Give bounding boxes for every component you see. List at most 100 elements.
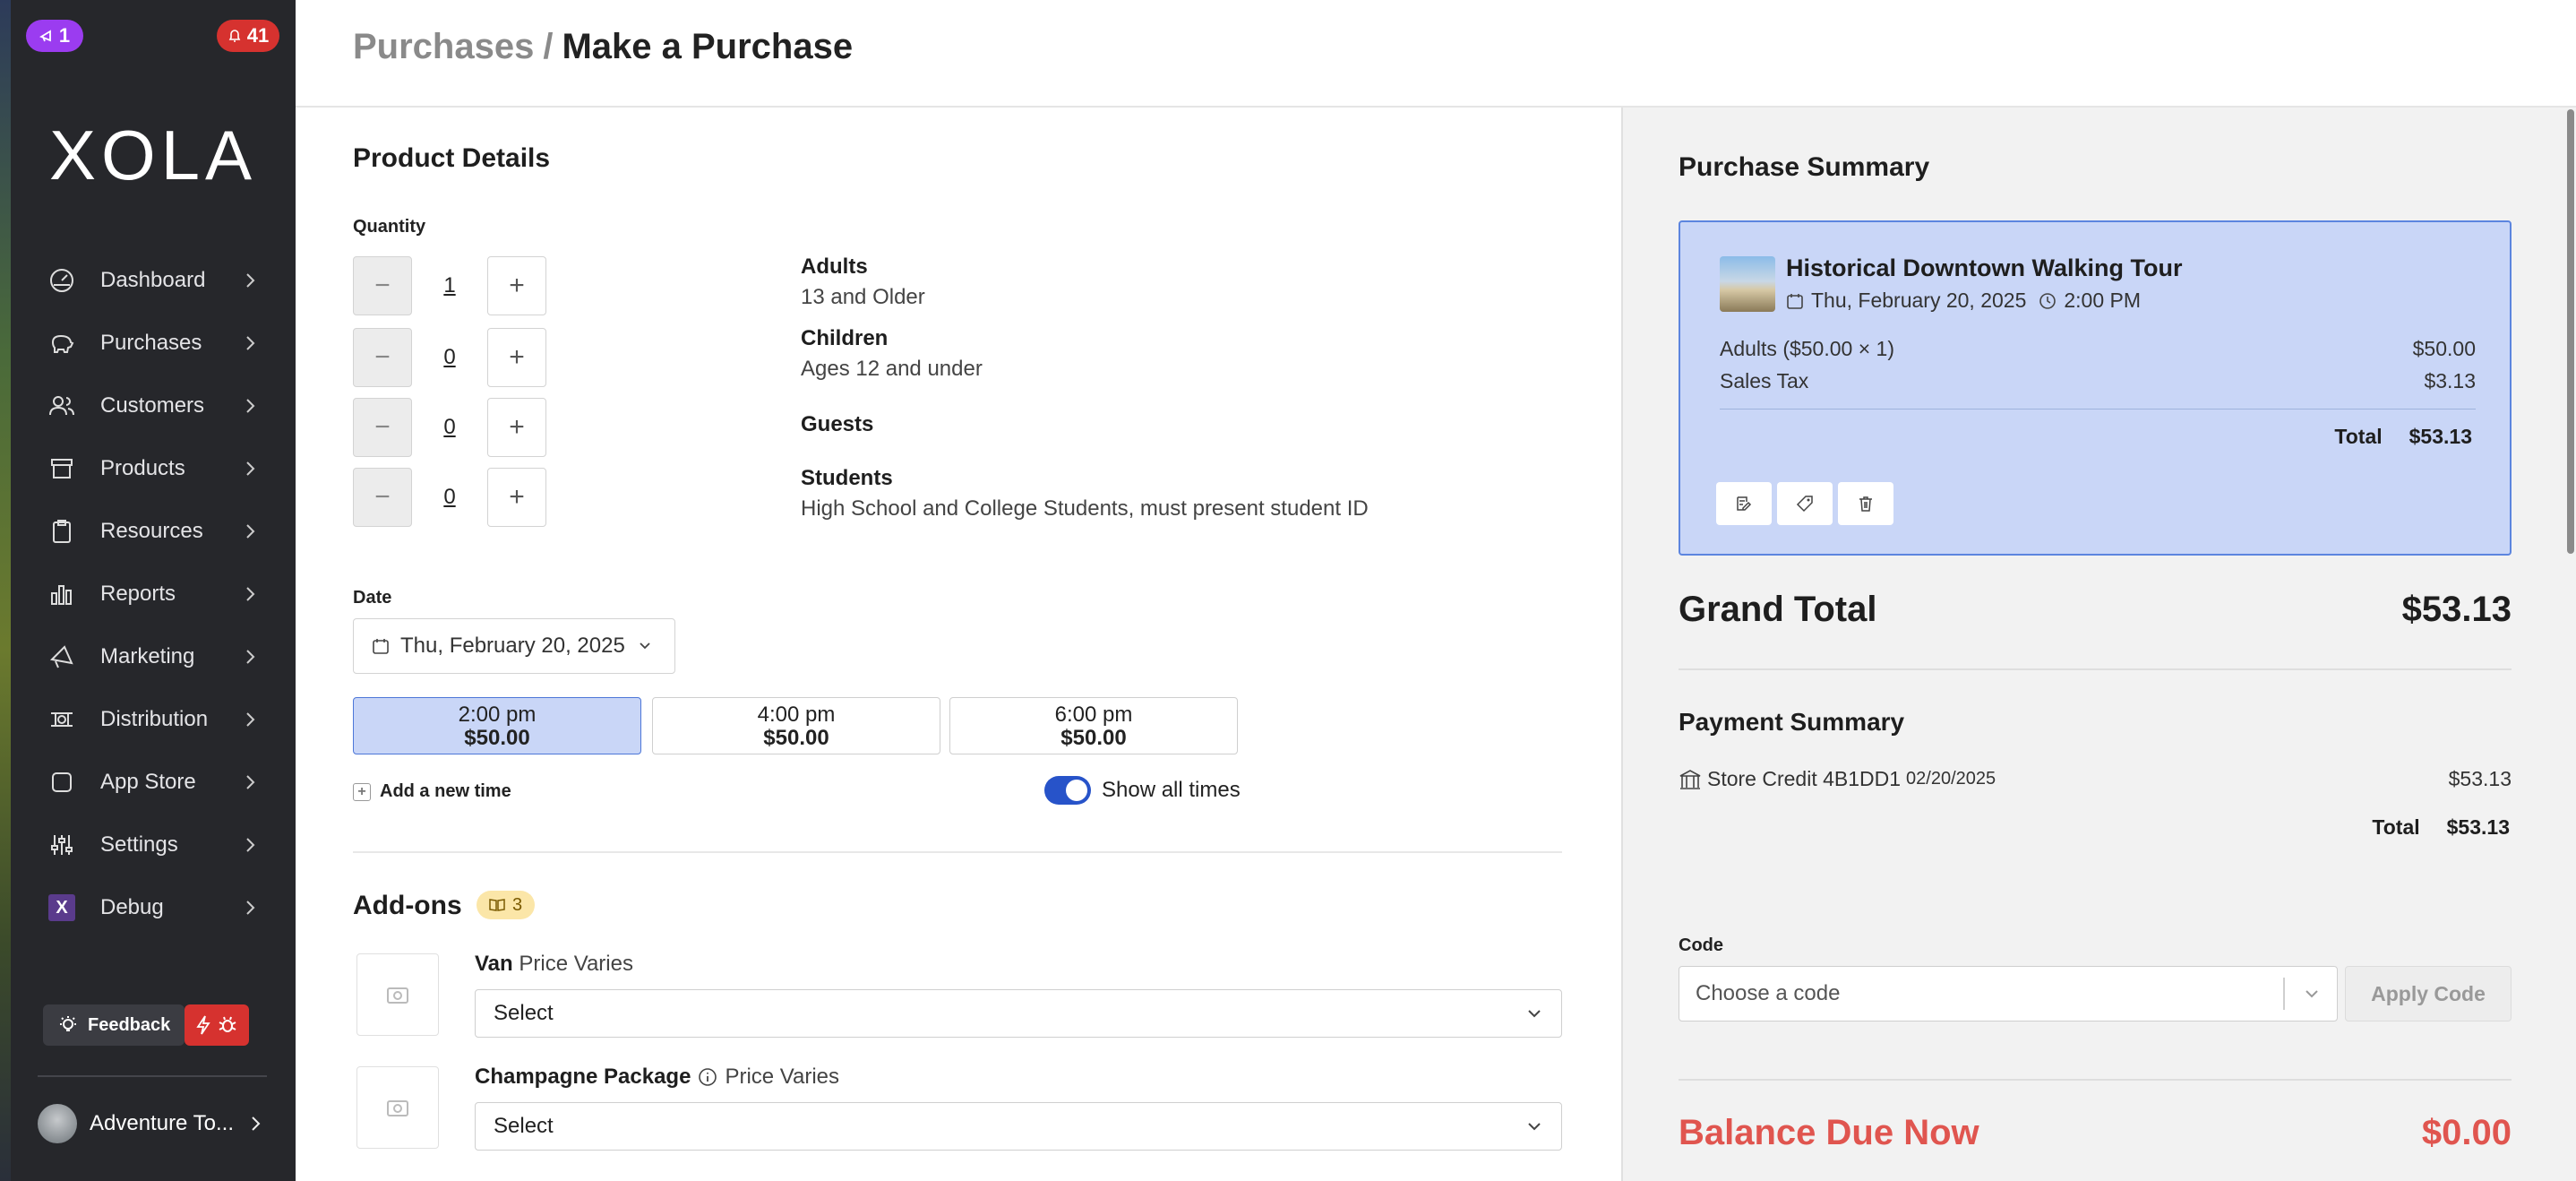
decrement-button[interactable]: − — [353, 468, 412, 527]
megaphone-icon — [39, 30, 51, 42]
edit-item-button[interactable] — [1716, 482, 1772, 525]
megaphone-icon — [47, 642, 77, 672]
tour-time: 2:00 PM — [2064, 289, 2142, 312]
nav-dashboard[interactable]: Dashboard — [11, 249, 296, 312]
nav-purchases[interactable]: Purchases — [11, 312, 296, 375]
time-slot-4pm[interactable]: 4:00 pm $50.00 — [652, 697, 940, 754]
nav-reports[interactable]: Reports — [11, 563, 296, 625]
info-icon[interactable] — [698, 1067, 717, 1087]
nav-app-store[interactable]: App Store — [11, 751, 296, 814]
grand-total-label: Grand Total — [1679, 590, 1877, 629]
payment-method-date: 02/20/2025 — [1906, 769, 1996, 789]
nav-reports-label: Reports — [100, 582, 176, 606]
book-icon — [489, 899, 505, 911]
page-scrollbar[interactable] — [2565, 108, 2576, 1181]
show-all-times-toggle[interactable] — [1044, 776, 1091, 805]
nav-resources[interactable]: Resources — [11, 500, 296, 563]
main-nav: Dashboard Purchases Customers Products R… — [11, 249, 296, 939]
quantity-row-students: − 0 + — [353, 468, 546, 527]
breadcrumb-purchases[interactable]: Purchases — [353, 27, 534, 66]
breadcrumb: Purchases / Make a Purchase — [353, 27, 853, 67]
nav-products-label: Products — [100, 456, 185, 480]
chevron-right-icon — [246, 587, 255, 601]
plus-icon: + — [353, 782, 371, 801]
increment-button[interactable]: + — [487, 468, 546, 527]
nav-settings[interactable]: Settings — [11, 814, 296, 876]
chevron-right-icon — [246, 399, 255, 413]
bug-icon — [219, 1016, 236, 1032]
slot-time: 2:00 pm — [458, 703, 537, 727]
ticket-desc: 13 and Older — [801, 285, 925, 309]
date-picker[interactable]: Thu, February 20, 2025 — [353, 618, 675, 674]
tour-title[interactable]: Historical Downtown Walking Tour — [1786, 254, 2183, 282]
ticket-type-students: Students High School and College Student… — [801, 466, 1369, 522]
code-label: Code — [1679, 935, 1723, 955]
purchase-summary-title: Purchase Summary — [1679, 152, 1930, 182]
product-details-panel: Product Details Quantity − 1 + Adults 13… — [296, 108, 1621, 1181]
increment-button[interactable]: + — [487, 328, 546, 387]
quantity-value[interactable]: 0 — [412, 345, 487, 370]
apply-code-button[interactable]: Apply Code — [2345, 966, 2512, 1022]
delete-item-button[interactable] — [1838, 482, 1893, 525]
addon-image-placeholder — [356, 953, 439, 1036]
slot-price: $50.00 — [763, 726, 829, 750]
nav-distribution-label: Distribution — [100, 707, 209, 731]
decrement-button[interactable]: − — [353, 256, 412, 315]
quantity-value[interactable]: 0 — [412, 485, 487, 510]
square-icon — [47, 767, 77, 797]
chevron-right-icon — [246, 524, 255, 539]
quantity-row-guests: − 0 + — [353, 398, 546, 457]
tour-schedule: Thu, February 20, 2025 2:00 PM — [1786, 289, 2141, 313]
xola-logo[interactable]: XOLA — [11, 115, 296, 196]
nav-customers[interactable]: Customers — [11, 375, 296, 437]
chevron-right-icon — [246, 712, 255, 727]
add-new-time-button[interactable]: + Add a new time — [353, 781, 511, 802]
notifications-badge[interactable]: 41 — [217, 20, 279, 52]
sidebar: 1 41 XOLA Dashboard Purchases Customers … — [11, 0, 296, 1181]
nav-distribution[interactable]: Distribution — [11, 688, 296, 751]
addon-price-note: Price Varies — [519, 952, 633, 976]
ticket-type-adults: Adults 13 and Older — [801, 254, 925, 310]
quantity-row-adults: − 1 + — [353, 256, 546, 315]
quantity-value[interactable]: 1 — [412, 273, 487, 298]
chevron-right-icon — [252, 1116, 261, 1131]
decrement-button[interactable]: − — [353, 398, 412, 457]
select-value: Select — [494, 1114, 554, 1138]
breadcrumb-separator: / — [543, 27, 554, 66]
chevron-down-icon — [640, 642, 650, 650]
addon-champagne-select[interactable]: Select — [475, 1102, 1562, 1151]
edit-icon — [1737, 496, 1752, 511]
line-item-adults: Adults ($50.00 × 1) $50.00 — [1720, 337, 2476, 361]
chevron-right-icon — [246, 650, 255, 664]
announcements-badge[interactable]: 1 — [26, 20, 83, 52]
increment-button[interactable]: + — [487, 398, 546, 457]
bug-report-button[interactable] — [185, 1004, 249, 1046]
grand-total-value: $53.13 — [2401, 590, 2512, 629]
payment-total-label: Total — [2372, 815, 2420, 839]
nav-marketing[interactable]: Marketing — [11, 625, 296, 688]
time-slot-2pm[interactable]: 2:00 pm $50.00 — [353, 697, 641, 754]
account-menu[interactable]: Adventure To... — [38, 1104, 266, 1143]
addon-name: Van — [475, 952, 513, 976]
nav-products[interactable]: Products — [11, 437, 296, 500]
image-placeholder-icon — [387, 987, 408, 1004]
notifications-count: 41 — [246, 24, 270, 47]
ticket-name: Students — [801, 466, 893, 490]
increment-button[interactable]: + — [487, 256, 546, 315]
select-value: Select — [494, 1001, 554, 1025]
quantity-value[interactable]: 0 — [412, 415, 487, 440]
chevron-down-icon — [2306, 990, 2318, 998]
chevron-right-icon — [246, 336, 255, 350]
decrement-button[interactable]: − — [353, 328, 412, 387]
addon-van-select[interactable]: Select — [475, 989, 1562, 1038]
time-slot-6pm[interactable]: 6:00 pm $50.00 — [949, 697, 1238, 754]
feedback-button[interactable]: Feedback — [43, 1004, 185, 1046]
tour-date: Thu, February 20, 2025 — [1811, 289, 2027, 312]
code-select[interactable]: Choose a code — [1679, 966, 2338, 1022]
line-label: Adults ($50.00 × 1) — [1720, 337, 1894, 360]
account-name: Adventure To... — [90, 1111, 234, 1135]
ticket-type-guests: Guests — [801, 412, 873, 437]
coupon-button[interactable] — [1777, 482, 1833, 525]
nav-debug[interactable]: X Debug — [11, 876, 296, 939]
piggy-bank-icon — [47, 328, 77, 358]
